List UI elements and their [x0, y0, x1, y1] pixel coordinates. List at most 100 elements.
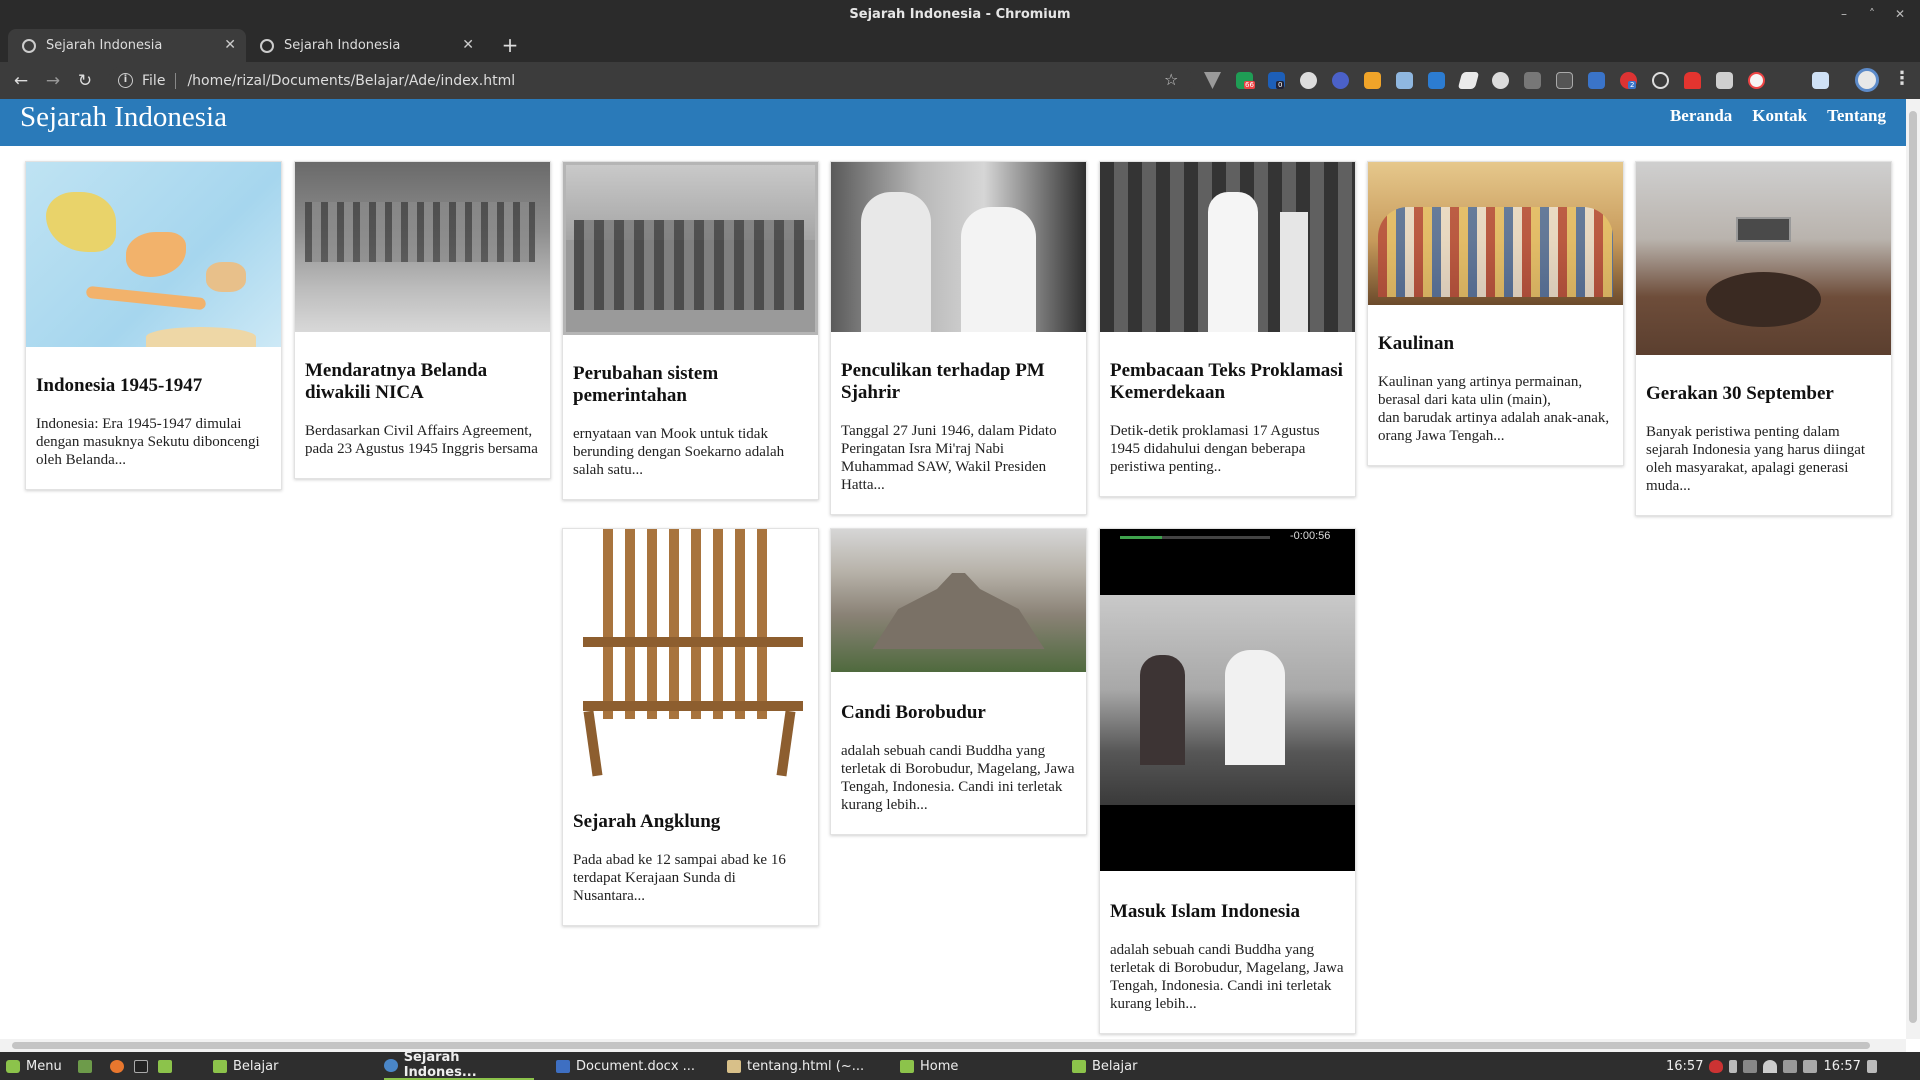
menu-kebab-icon[interactable]: ⋮ [1893, 68, 1911, 89]
card-title[interactable]: Mendaratnya Belanda diwakili NICA [295, 332, 550, 404]
volume-icon[interactable] [1866, 1059, 1877, 1073]
scrollbar-thumb[interactable] [12, 1042, 1870, 1049]
code-extension-icon[interactable] [1556, 72, 1573, 89]
maximize-icon[interactable]: ˄ [1858, 0, 1886, 29]
card-title[interactable]: Perubahan sistem pemerintahan [563, 335, 818, 407]
nav-beranda[interactable]: Beranda [1670, 106, 1732, 126]
start-menu-button[interactable]: Menu [6, 1052, 62, 1080]
card-title[interactable]: Penculikan terhadap PM Sjahrir [831, 332, 1086, 404]
taskbar-item[interactable]: Sejarah Indones... [384, 1050, 534, 1080]
chat-extension-icon[interactable]: 66 [1236, 72, 1255, 89]
video-progress-track[interactable] [1120, 536, 1270, 539]
article-card[interactable]: Penculikan terhadap PM Sjahrir Tanggal 2… [830, 161, 1087, 515]
vertical-scrollbar[interactable] [1906, 99, 1920, 1039]
terminal-icon[interactable] [134, 1059, 148, 1073]
article-card[interactable]: -0:00:56 Masuk Islam Indonesia adalah se… [1099, 528, 1356, 1034]
network-icon[interactable] [1783, 1059, 1798, 1073]
p-extension-icon[interactable]: 0 [1268, 72, 1285, 89]
rocket-extension-icon[interactable] [1684, 72, 1701, 89]
vpn-extension-icon[interactable] [1204, 72, 1221, 89]
taskbar-item[interactable]: Belajar [213, 1052, 278, 1080]
keyboard-icon[interactable] [1743, 1059, 1758, 1073]
browser-tab-1[interactable]: Sejarah Indonesia ✕ [8, 29, 246, 62]
back-button[interactable]: ← [8, 68, 34, 94]
card-title[interactable]: Indonesia 1945-1947 [26, 347, 281, 397]
taskbar-item[interactable]: Document.docx ... [556, 1052, 695, 1080]
shield-icon[interactable] [1709, 1059, 1724, 1073]
video-progress-fill [1120, 536, 1162, 539]
tab-title: Sejarah Indonesia [46, 38, 163, 53]
video-player[interactable]: -0:00:56 [1100, 529, 1355, 871]
firefox-icon[interactable] [110, 1059, 124, 1073]
browser-tab-2[interactable]: Sejarah Indonesia ✕ [246, 29, 484, 62]
card-title[interactable]: Pembacaan Teks Proklamasi Kemerdekaan [1100, 332, 1355, 404]
card-title[interactable]: Kaulinan [1368, 305, 1623, 355]
tray-clock-1[interactable]: 16:57 [1666, 1059, 1703, 1074]
article-card[interactable]: Candi Borobudur adalah sebuah candi Budd… [830, 528, 1087, 835]
taskbar-item[interactable]: Belajar [1072, 1052, 1137, 1080]
camera-extension-icon[interactable] [1716, 72, 1733, 89]
article-card[interactable]: Sejarah Angklung Pada abad ke 12 sampai … [562, 528, 819, 926]
bookmark-star-icon[interactable]: ☆ [1164, 70, 1178, 89]
article-card[interactable]: Kaulinan Kaulinan yang artinya permainan… [1367, 161, 1624, 466]
info-icon[interactable]: i [118, 73, 133, 88]
show-desktop-icon[interactable] [78, 1059, 92, 1073]
article-card[interactable]: Indonesia 1945-1947 Indonesia: Era 1945-… [25, 161, 282, 490]
address-bar[interactable]: i File /home/rizal/Documents/Belajar/Ade… [108, 66, 1193, 95]
moon-extension-icon[interactable] [1332, 72, 1349, 89]
new-tab-button[interactable]: + [498, 29, 522, 62]
angklung-image [563, 529, 818, 787]
glasses-extension-icon[interactable] [1364, 72, 1381, 89]
battery-icon[interactable] [1803, 1059, 1818, 1073]
editor-icon [727, 1059, 741, 1073]
note-extension-icon[interactable] [1457, 72, 1480, 89]
extension-badge: 2 [1628, 81, 1637, 89]
close-tab-icon[interactable]: ✕ [462, 37, 474, 53]
cookie-extension-icon[interactable] [1300, 72, 1317, 89]
cube-extension-icon[interactable] [1396, 72, 1413, 89]
taskbar-item-label: Sejarah Indones... [403, 1050, 477, 1080]
close-window-icon[interactable]: ✕ [1886, 0, 1914, 29]
react-extension-icon[interactable] [1492, 72, 1509, 89]
taskbar-item[interactable]: tentang.html (~... [727, 1052, 864, 1080]
bluetooth-icon[interactable] [1729, 1059, 1738, 1073]
video-time: -0:00:56 [1290, 530, 1331, 542]
horizontal-scrollbar[interactable] [0, 1039, 1906, 1052]
card-text: Tanggal 27 Juni 1946, dalam Pidato Perin… [841, 423, 1057, 493]
url-text[interactable]: /home/rizal/Documents/Belajar/Ade/index.… [187, 73, 515, 89]
article-card[interactable]: Mendaratnya Belanda diwakili NICA Berdas… [294, 161, 551, 479]
screenshot-extension-icon[interactable] [1812, 72, 1829, 89]
badge-extension-icon[interactable] [1588, 72, 1605, 89]
reload-button[interactable]: ↻ [72, 68, 98, 94]
card-text: Detik-detik proklamasi 17 Agustus 1945 d… [1110, 423, 1320, 475]
tc-extension-icon[interactable] [1524, 72, 1541, 89]
tray-clock-2[interactable]: 16:57 [1823, 1059, 1860, 1074]
scrollbar-thumb[interactable] [1909, 111, 1917, 1023]
browser-toolbar: ← → ↻ i File /home/rizal/Documents/Belaj… [0, 62, 1920, 99]
forward-button[interactable]: → [40, 68, 66, 94]
card-title[interactable]: Masuk Islam Indonesia [1100, 871, 1355, 923]
close-tab-icon[interactable]: ✕ [224, 37, 236, 53]
chrome-extension-icon[interactable]: 2 [1620, 72, 1637, 89]
profile-avatar[interactable] [1855, 68, 1879, 92]
article-card[interactable]: Pembacaan Teks Proklamasi Kemerdekaan De… [1099, 161, 1356, 497]
article-card[interactable]: Perubahan sistem pemerintahan ernyataan … [562, 161, 819, 500]
map-indonesia-image [26, 162, 281, 347]
site-title[interactable]: Sejarah Indonesia [20, 101, 227, 134]
taskbar-item[interactable]: Home [900, 1052, 958, 1080]
minimize-icon[interactable]: – [1830, 0, 1858, 29]
card-title[interactable]: Candi Borobudur [831, 672, 1086, 724]
nav-kontak[interactable]: Kontak [1752, 106, 1807, 126]
nav-tentang[interactable]: Tentang [1827, 106, 1886, 126]
user-icon[interactable] [1763, 1059, 1778, 1073]
card-title[interactable]: Sejarah Angklung [563, 787, 818, 833]
km-extension-icon[interactable] [1428, 72, 1445, 89]
card-title[interactable]: Gerakan 30 September [1636, 355, 1891, 405]
article-card[interactable]: Gerakan 30 September Banyak peristiwa pe… [1635, 161, 1892, 516]
target-extension-icon[interactable] [1652, 72, 1669, 89]
extension-badge: 66 [1244, 81, 1255, 89]
well-monument-image [1636, 162, 1891, 355]
taskbar-item-label: Belajar [1092, 1058, 1138, 1074]
check-extension-icon[interactable] [1748, 72, 1765, 89]
folder-icon[interactable] [158, 1059, 172, 1073]
